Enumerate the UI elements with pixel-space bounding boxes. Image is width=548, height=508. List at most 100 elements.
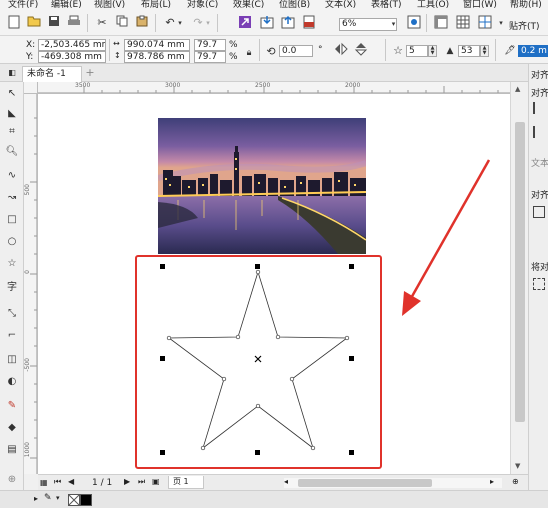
show-rulers-icon[interactable] [433,15,449,31]
vertical-scroll-thumb[interactable] [515,122,525,422]
connector-tool-icon[interactable]: ⌐ [4,328,20,344]
docker-tab-align-3[interactable]: 对齐 [531,188,548,201]
mirror-horizontal-icon[interactable] [333,42,349,58]
last-page-button[interactable]: ⏭︎ [138,477,145,487]
star-points-field[interactable]: 5 [406,45,428,57]
scroll-up-arrow[interactable]: ▲ [515,85,520,93]
crop-tool-icon[interactable]: ⌗ [4,124,20,140]
new-document-icon[interactable] [6,15,22,31]
menu-object[interactable]: 对象(C) [187,0,218,10]
corel-connect-icon[interactable] [237,15,253,31]
scroll-left-arrow[interactable]: ◂ [284,477,288,486]
redo-dropdown-icon[interactable]: ▾ [204,15,212,31]
document-tab[interactable]: 未命名 -1 [22,66,82,82]
docker-tab-distribute[interactable]: 将对 [531,260,548,273]
text-tool-icon[interactable]: 字 [4,280,20,296]
interactive-fill-icon[interactable]: ◆ [4,420,20,436]
align-center-icon[interactable] [533,126,545,138]
menu-edit[interactable]: 编辑(E) [51,0,82,10]
page-options-icon[interactable]: ▦ [40,478,48,487]
rotation-angle-field[interactable]: 0.0 [279,45,313,57]
add-tab-icon[interactable]: + [84,67,96,79]
lock-ratio-icon[interactable]: 🔒︎ [241,45,257,61]
menu-help[interactable]: 帮助(H) [510,0,542,10]
add-page-icon[interactable]: ▣ [152,477,160,486]
snap-to-button[interactable]: 贴齐(T) [509,19,540,32]
add-tool-icon[interactable]: ⊕ [4,472,20,488]
menu-view[interactable]: 视图(V) [94,0,125,10]
vertical-scrollbar[interactable]: ▲ ▼ [510,82,528,474]
distribute-icon[interactable] [533,278,545,290]
drawing-canvas[interactable] [38,94,510,474]
polygon-tool-icon[interactable]: ☆ [4,256,20,272]
color-eyedropper-icon[interactable]: ✎ [4,398,20,414]
ruler-origin-corner[interactable] [24,82,38,94]
print-icon[interactable] [66,15,82,31]
height-field[interactable]: 978.786 mm [124,51,190,63]
x-position-field[interactable]: -2,503.465 mm [38,39,106,51]
menu-effects[interactable]: 效果(C) [233,0,264,10]
status-dropdown-icon[interactable]: ▾ [56,494,60,502]
menu-file[interactable]: 文件(F) [8,0,38,10]
paste-icon[interactable] [134,15,150,31]
drop-shadow-icon[interactable]: ◫ [4,352,20,368]
sharpness-field[interactable]: 53 [458,45,480,57]
transparency-tool-icon[interactable]: ◐ [4,374,20,390]
save-icon[interactable] [46,15,62,31]
scale-y-field[interactable]: 79.7 [194,51,226,63]
shape-tool-icon[interactable]: ◣ [4,106,20,122]
mirror-vertical-icon[interactable] [353,42,369,58]
previous-page-button[interactable]: ◀ [68,477,74,486]
zoom-navigator-icon[interactable]: ⊕ [512,477,519,486]
star-points-spinner[interactable]: ▲ ▼ [428,45,437,57]
scale-x-field[interactable]: 79.7 [194,39,226,51]
next-page-button[interactable]: ▶ [124,477,130,486]
cut-icon[interactable]: ✂ [94,15,110,31]
show-guidelines-icon[interactable] [477,15,493,31]
docker-tab-align-1[interactable]: 对齐 [531,68,548,81]
align-to-page-icon[interactable] [533,206,545,218]
undo-dropdown-icon[interactable]: ▾ [176,15,184,31]
smart-fill-icon[interactable]: ▤ [4,442,20,458]
menu-layout[interactable]: 布局(L) [141,0,171,10]
width-field[interactable]: 990.074 mm [124,39,190,51]
copy-icon[interactable] [114,15,130,31]
black-swatch[interactable] [80,494,92,506]
sharpness-spinner[interactable]: ▲ ▼ [480,45,489,57]
eyedropper-status-icon[interactable]: ✎ [44,493,52,503]
page-tab[interactable]: 页 1 [168,476,204,489]
show-grid-icon[interactable] [455,15,471,31]
ellipse-tool-icon[interactable]: ○ [4,234,20,250]
publish-pdf-icon[interactable] [301,15,317,31]
outline-width-field[interactable]: 0.2 mm [518,45,548,57]
zoom-tool-icon[interactable]: 🔍︎ [4,144,20,160]
menu-text[interactable]: 文本(X) [325,0,356,10]
import-icon[interactable] [259,15,275,31]
tab-options-icon[interactable]: ◧ [4,65,20,81]
horizontal-scroll-thumb[interactable] [298,479,432,487]
status-expand-icon[interactable]: ▸ [34,494,38,503]
artistic-media-icon[interactable]: ↝ [4,190,20,206]
full-screen-icon[interactable] [406,15,422,31]
menu-table[interactable]: 表格(T) [371,0,402,10]
freehand-tool-icon[interactable]: ∿ [4,168,20,184]
align-left-icon[interactable] [533,102,545,114]
parallel-dimension-icon[interactable]: ⤡ [4,306,20,322]
y-position-field[interactable]: -469.308 mm [38,51,106,63]
city-night-photo[interactable] [158,118,366,254]
snap-dropdown-icon[interactable]: ▾ [497,15,505,31]
docker-tab-text[interactable]: 文本 [531,156,548,169]
scroll-right-arrow[interactable]: ▸ [490,477,494,486]
first-page-button[interactable]: ⏮︎ [54,477,61,487]
open-folder-icon[interactable] [26,15,42,31]
no-fill-swatch[interactable] [68,494,80,506]
rectangle-tool-icon[interactable]: □ [4,212,20,228]
zoom-dropdown-icon[interactable]: ▾ [389,18,398,31]
menu-window[interactable]: 窗口(W) [463,0,497,10]
horizontal-scrollbar[interactable]: ◂ ▸ [284,477,502,488]
menu-tools[interactable]: 工具(O) [417,0,449,10]
pick-tool-icon[interactable]: ↖ [4,86,20,102]
menu-bitmap[interactable]: 位图(B) [279,0,310,10]
docker-tab-align-2[interactable]: 对齐 [531,86,548,99]
scroll-down-arrow[interactable]: ▼ [515,462,520,470]
